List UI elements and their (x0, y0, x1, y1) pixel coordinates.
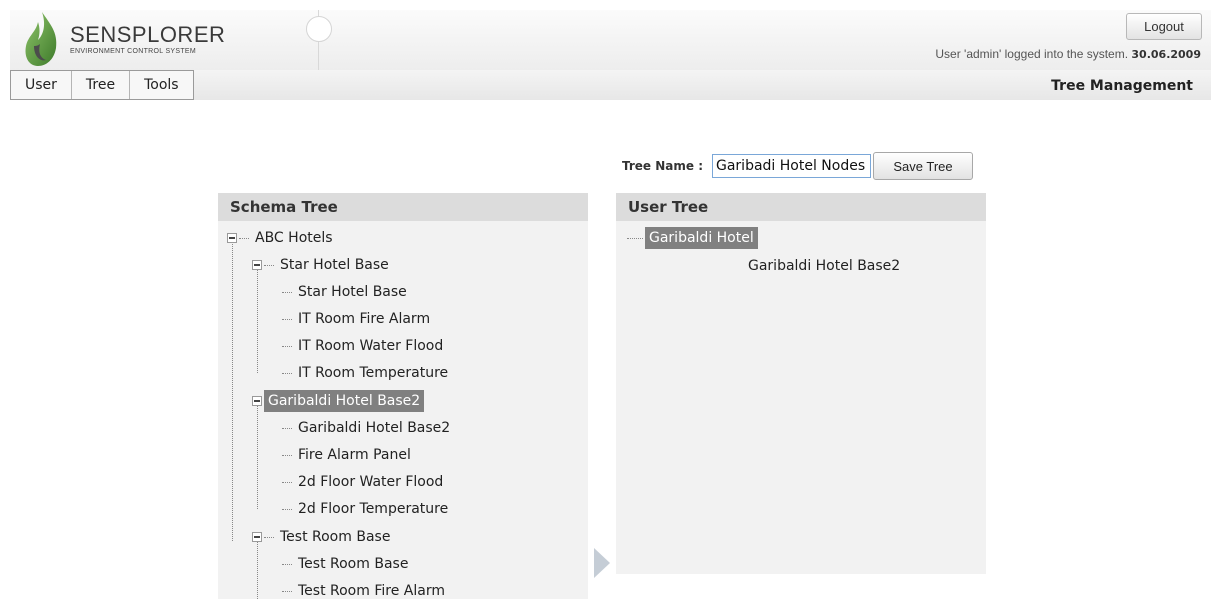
tree-node-star-hotel-base[interactable]: Star Hotel Base (252, 254, 393, 276)
menu-bar: User Tree Tools Tree Management (10, 70, 1211, 100)
collapse-icon[interactable] (227, 233, 237, 243)
tree-branch-line (264, 264, 274, 266)
tree-node-label[interactable]: 2d Floor Water Flood (294, 473, 447, 491)
collapse-icon[interactable] (252, 532, 262, 542)
transfer-arrow-icon[interactable] (594, 548, 610, 578)
login-date: 30.06.2009 (1131, 48, 1201, 61)
tree-node-garibaldi-hotel-base2[interactable]: Garibaldi Hotel Base2 (252, 390, 425, 412)
login-status: User 'admin' logged into the system. 30.… (935, 47, 1201, 61)
tree-connector-line (257, 269, 258, 373)
tree-branch-line (282, 590, 292, 592)
tree-connector-line (257, 541, 258, 599)
tree-branch-line (282, 345, 292, 347)
tree-branch-line (282, 318, 292, 320)
schema-tree-panel: Schema Tree ABC Hotels Star Hotel Base S… (218, 193, 588, 599)
tree-branch-line (627, 237, 643, 239)
menu-item-tree[interactable]: Tree (72, 71, 131, 99)
header-circle-decoration (306, 16, 332, 42)
tree-node-label[interactable]: IT Room Water Flood (294, 337, 447, 355)
tree-leaf[interactable]: IT Room Temperature (282, 362, 452, 384)
tree-branch-line (282, 563, 292, 565)
tree-branch-line (264, 536, 274, 538)
schema-tree-title: Schema Tree (218, 193, 588, 221)
tree-connector-line (257, 405, 258, 509)
tree-node-label[interactable]: IT Room Temperature (294, 364, 452, 382)
tree-name-input[interactable] (712, 154, 871, 178)
tree-node-label[interactable]: IT Room Fire Alarm (294, 310, 434, 328)
tree-node-label[interactable]: Test Room Base (294, 555, 412, 573)
user-tree-node-garibaldi-hotel-base2[interactable]: Garibaldi Hotel Base2 (744, 255, 904, 277)
menu-item-user[interactable]: User (11, 71, 72, 99)
tree-leaf[interactable]: Test Room Base (282, 553, 412, 575)
tree-leaf[interactable]: IT Room Fire Alarm (282, 308, 434, 330)
logo-title: SENSPLORER (70, 22, 226, 47)
main-menu: User Tree Tools (10, 70, 194, 100)
app-header: SENSPLORER ENVIRONMENT CONTROL SYSTEM Lo… (10, 10, 1211, 70)
tree-node-label[interactable]: Garibaldi Hotel (645, 227, 758, 249)
logout-button[interactable]: Logout (1126, 13, 1202, 40)
login-status-text: User 'admin' logged into the system. (935, 47, 1129, 61)
tree-leaf[interactable]: IT Room Water Flood (282, 335, 447, 357)
sensplorer-logo: SENSPLORER ENVIRONMENT CONTROL SYSTEM (20, 10, 225, 70)
menu-item-tools[interactable]: Tools (130, 71, 193, 99)
tree-node-label[interactable]: Garibaldi Hotel Base2 (744, 257, 904, 275)
tree-name-label: Tree Name : (622, 159, 703, 173)
tree-node-label[interactable]: Test Room Fire Alarm (294, 582, 449, 600)
tree-branch-line (282, 291, 292, 293)
flame-logo-icon (25, 12, 57, 66)
tree-branch-line (282, 427, 292, 429)
tree-node-label[interactable]: Garibaldi Hotel Base2 (294, 419, 454, 437)
tree-branch-line (282, 372, 292, 374)
tree-node-label[interactable]: Test Room Base (276, 528, 394, 546)
tree-leaf[interactable]: Garibaldi Hotel Base2 (282, 417, 454, 439)
tree-node-label[interactable]: 2d Floor Temperature (294, 500, 452, 518)
tree-leaf[interactable]: Star Hotel Base (282, 281, 411, 303)
user-tree-node-garibaldi-hotel[interactable]: Garibaldi Hotel (627, 227, 758, 249)
tree-node-label[interactable]: Star Hotel Base (294, 283, 411, 301)
tree-leaf[interactable]: Fire Alarm Panel (282, 444, 415, 466)
tree-branch-line (239, 237, 249, 239)
tree-node-label[interactable]: Fire Alarm Panel (294, 446, 415, 464)
tree-node-abc-hotels[interactable]: ABC Hotels (227, 227, 337, 249)
collapse-icon[interactable] (252, 396, 262, 406)
tree-leaf[interactable]: 2d Floor Temperature (282, 498, 452, 520)
tree-branch-line (282, 508, 292, 510)
tree-branch-line (282, 481, 292, 483)
tree-node-test-room-base[interactable]: Test Room Base (252, 526, 394, 548)
logo-subtitle: ENVIRONMENT CONTROL SYSTEM (70, 48, 197, 55)
tree-node-label[interactable]: Star Hotel Base (276, 256, 393, 274)
tree-connector-line (232, 242, 233, 541)
collapse-icon[interactable] (252, 260, 262, 270)
save-tree-button[interactable]: Save Tree (873, 152, 973, 180)
tree-branch-line (282, 454, 292, 456)
user-tree-panel: User Tree Garibaldi Hotel Garibaldi Hote… (616, 193, 986, 574)
tree-leaf[interactable]: 2d Floor Water Flood (282, 471, 447, 493)
tree-node-label[interactable]: ABC Hotels (251, 229, 337, 247)
tree-node-label[interactable]: Garibaldi Hotel Base2 (264, 390, 425, 412)
user-tree-title: User Tree (616, 193, 986, 221)
page-title: Tree Management (1051, 78, 1193, 94)
